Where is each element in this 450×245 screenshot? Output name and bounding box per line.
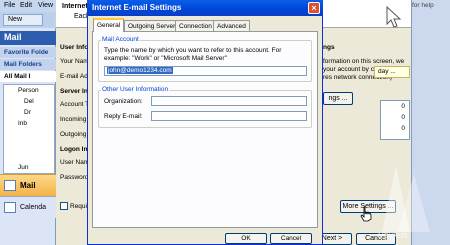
mail-folders-header[interactable]: Mail Folders	[0, 59, 56, 70]
stats-grid: 0 0 0	[380, 100, 410, 140]
new-button[interactable]: New	[3, 14, 43, 26]
tab-label: General	[97, 22, 121, 29]
yesterday-box[interactable]: day ...	[374, 66, 410, 78]
cancel-button[interactable]: Cancel	[270, 233, 312, 244]
calendar-icon	[4, 202, 16, 213]
tree-item-deleted[interactable]: Del	[24, 98, 34, 105]
mail-icon	[4, 180, 16, 191]
menu-edit[interactable]: Edit	[20, 2, 32, 9]
mail-account-description: Type the name by which you want to refer…	[104, 47, 282, 54]
reply-email-input[interactable]	[151, 111, 307, 121]
other-user-info-group-label: Other User Information	[101, 86, 170, 93]
mail-account-description: example: "Work" or "Microsoft Mail Serve…	[104, 55, 227, 62]
hand-cursor-icon	[360, 206, 372, 222]
account-name-input[interactable]: john@demo1234.com	[104, 66, 307, 76]
wizard-label: Server Inf	[60, 88, 90, 95]
wizard-label: User Nam	[60, 159, 90, 166]
wizard-right-text: formation on this screen, we	[323, 58, 405, 65]
close-icon[interactable]: ×	[308, 2, 320, 14]
dialog-title-bar[interactable]: Internet E-mail Settings ×	[87, 0, 323, 16]
calendar-nav-label: Calenda	[20, 204, 47, 211]
tab-connection[interactable]: Connection	[175, 20, 216, 31]
mail-account-group-label: Mail Account	[101, 36, 140, 43]
cursor-arrow-icon	[386, 6, 402, 28]
wizard-right-title: ngs	[323, 44, 335, 51]
grid-value: 0	[401, 114, 405, 121]
tree-item-personal[interactable]: Person	[18, 87, 39, 94]
general-tab-panel: Mail Account Type the name by which you …	[92, 31, 318, 228]
wizard-title: Internet	[62, 3, 88, 10]
grid-value: 0	[401, 103, 405, 110]
require-checkbox[interactable]	[60, 202, 68, 210]
wizard-next-label: Next >	[321, 235, 343, 242]
favorite-folders-header[interactable]: Favorite Folde	[0, 47, 56, 58]
organization-label: Organization:	[104, 98, 143, 105]
tab-general[interactable]: General	[93, 18, 125, 32]
test-settings-button[interactable]: ngs ...	[323, 92, 353, 105]
all-mail-items[interactable]: All Mail I	[0, 71, 56, 82]
tab-label: Connection	[179, 23, 212, 30]
tree-item-drafts[interactable]: Dr	[24, 109, 31, 116]
organization-input[interactable]	[151, 96, 307, 106]
mail-nav-label: Mail	[20, 181, 36, 190]
wizard-label: Logon Inf	[60, 146, 90, 153]
calendar-nav-button[interactable]: Calenda	[0, 196, 56, 218]
test-settings-label: ngs ...	[328, 95, 348, 102]
new-label: New	[8, 16, 23, 23]
help-text: for help	[412, 2, 434, 9]
reply-email-label: Reply E-mail:	[104, 113, 143, 120]
tree-item-inbox[interactable]: Inb	[18, 120, 27, 127]
wizard-label: User Info	[60, 44, 89, 51]
menu-file[interactable]: File	[4, 2, 15, 9]
grid-value: 0	[401, 125, 405, 132]
tab-label: Advanced	[217, 23, 246, 30]
watermark-text: MEXXUS	[378, 233, 408, 240]
wizard-label: Password:	[60, 174, 91, 181]
tab-advanced[interactable]: Advanced	[213, 20, 250, 31]
folder-tree: Person Del Dr Inb Jun	[3, 84, 55, 174]
cancel-label: Cancel	[280, 235, 302, 242]
nav-pane-title: Mail	[0, 31, 56, 45]
mexxus-watermark: MEXXUS	[378, 166, 430, 240]
tab-outgoing-server[interactable]: Outgoing Server	[124, 20, 180, 31]
menu-view[interactable]: View	[38, 2, 53, 9]
ok-label: OK	[241, 235, 251, 242]
dialog-title: Internet E-mail Settings	[92, 3, 182, 12]
ok-button[interactable]: OK	[225, 233, 267, 244]
mail-nav-button[interactable]: Mail	[0, 174, 56, 196]
yesterday-label: day ...	[378, 68, 396, 75]
tree-item-junk[interactable]: Jun	[18, 164, 28, 171]
tab-label: Outgoing Server	[128, 23, 176, 30]
account-name-value: john@demo1234.com	[107, 67, 173, 74]
